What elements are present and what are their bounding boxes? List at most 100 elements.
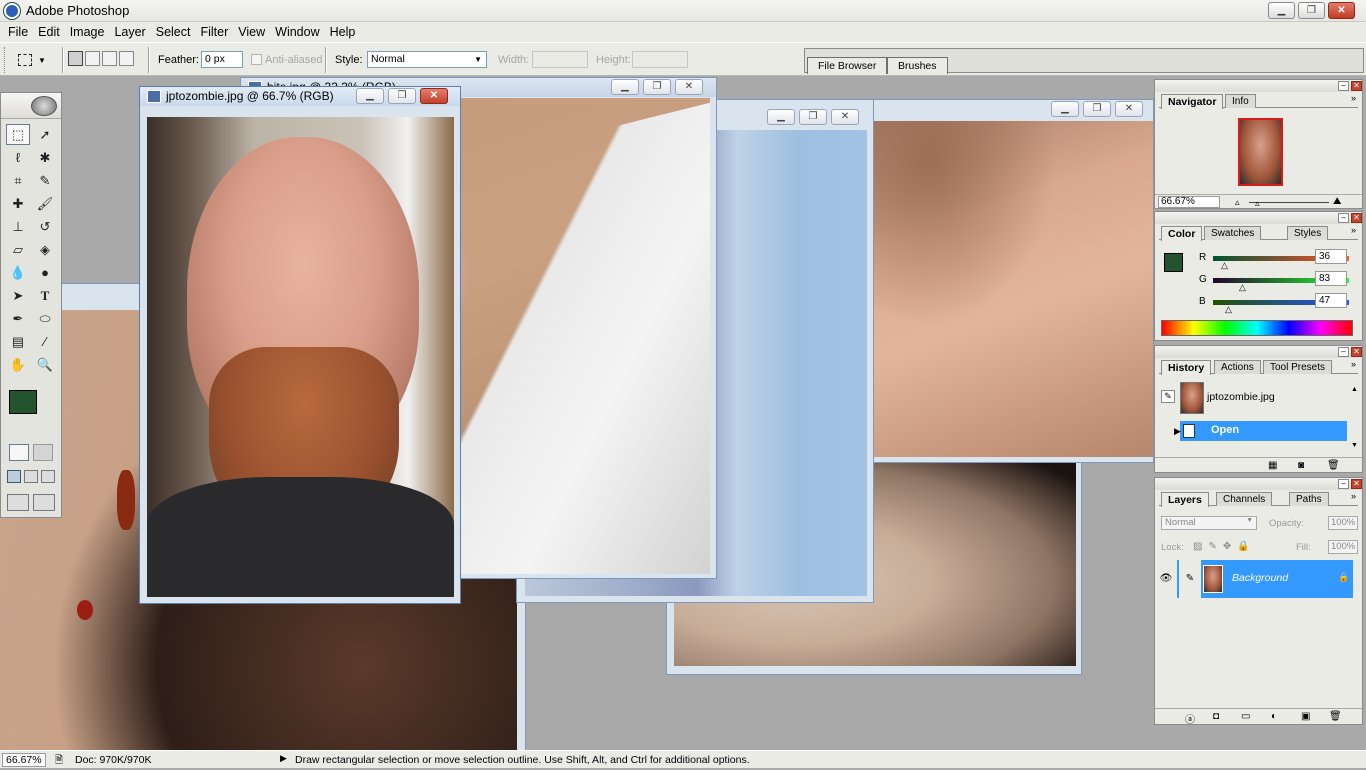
layer-style-icon[interactable]: ⓐ xyxy=(1185,711,1195,726)
style-select[interactable]: Normal ▼ xyxy=(367,51,487,68)
palette-close-button[interactable]: ✕ xyxy=(1351,81,1362,91)
palette-header[interactable]: – ✕ xyxy=(1155,80,1362,92)
antialiased-checkbox[interactable] xyxy=(251,54,262,65)
red-value-input[interactable]: 36 xyxy=(1315,249,1347,264)
tab-styles[interactable]: Styles xyxy=(1287,226,1329,240)
paint-bucket-icon[interactable]: ◈ xyxy=(33,239,57,260)
scroll-down-icon[interactable]: ▼ xyxy=(1351,442,1358,449)
layer-visibility-eye-icon[interactable]: 👁 xyxy=(1155,560,1177,598)
standard-screen-icon[interactable] xyxy=(7,470,21,483)
tab-swatches[interactable]: Swatches xyxy=(1204,226,1262,240)
minimize-button[interactable]: ▁ xyxy=(767,109,795,125)
close-button[interactable]: ✕ xyxy=(420,88,448,104)
width-input[interactable] xyxy=(532,51,588,68)
magic-wand-icon[interactable]: ✱ xyxy=(33,147,57,168)
pen-icon[interactable]: ✒ xyxy=(6,308,30,329)
document-window-jptozombie[interactable]: jptozombie.jpg @ 66.7% (RGB) ▁ ❐ ✕ xyxy=(139,86,461,604)
imageready-icon[interactable] xyxy=(33,494,55,511)
foreground-color-swatch[interactable] xyxy=(1164,253,1183,272)
palette-close-button[interactable]: ✕ xyxy=(1351,479,1362,489)
palette-minimize-button[interactable]: – xyxy=(1338,213,1349,223)
restore-button[interactable]: ❐ xyxy=(799,109,827,125)
new-document-from-state-icon[interactable]: ▦ xyxy=(1268,460,1277,471)
minimize-button[interactable]: ▁ xyxy=(356,88,384,104)
lasso-icon[interactable]: ℓ xyxy=(6,147,30,168)
move-tool-icon[interactable]: ➚ xyxy=(33,124,57,145)
palette-minimize-button[interactable]: – xyxy=(1338,347,1349,357)
menu-image[interactable]: Image xyxy=(65,25,110,39)
trash-icon[interactable]: 🗑 xyxy=(1327,460,1340,471)
opacity-input[interactable]: 100% xyxy=(1328,516,1358,530)
tab-channels[interactable]: Channels xyxy=(1216,492,1273,506)
palette-header[interactable]: – ✕ xyxy=(1155,212,1362,224)
menu-window[interactable]: Window xyxy=(270,25,324,39)
menu-filter[interactable]: Filter xyxy=(195,25,233,39)
status-zoom-input[interactable]: 66.67% xyxy=(2,753,46,767)
menu-view[interactable]: View xyxy=(233,25,270,39)
fill-input[interactable]: 100% xyxy=(1328,540,1358,554)
menu-edit[interactable]: Edit xyxy=(33,25,65,39)
intersect-selection-icon[interactable] xyxy=(119,51,134,66)
scroll-up-icon[interactable]: ▲ xyxy=(1351,386,1358,393)
eraser-icon[interactable]: ▱ xyxy=(6,239,30,260)
brush-icon[interactable]: 🖌 xyxy=(33,193,57,214)
feather-input[interactable]: 0 px xyxy=(201,51,243,68)
trash-icon[interactable]: 🗑 xyxy=(1329,711,1342,722)
lock-icons[interactable]: ▨✎✥🔒 xyxy=(1193,541,1256,552)
document-window-leg[interactable]: ▁ ❐ ✕ xyxy=(862,99,1154,463)
path-selection-icon[interactable]: ➤ xyxy=(6,285,30,306)
palette-menu-icon[interactable]: » xyxy=(1351,491,1356,501)
subtract-selection-icon[interactable] xyxy=(102,51,117,66)
close-button[interactable]: ✕ xyxy=(1328,2,1355,19)
close-button[interactable]: ✕ xyxy=(831,109,859,125)
menu-layer[interactable]: Layer xyxy=(109,25,150,39)
hand-icon[interactable]: ✋ xyxy=(6,354,30,375)
adjustment-layer-icon[interactable]: ◐ xyxy=(1271,711,1277,722)
tab-paths[interactable]: Paths xyxy=(1289,492,1329,506)
layer-mask-icon[interactable]: ◘ xyxy=(1213,711,1219,722)
foreground-color-swatch[interactable] xyxy=(9,390,37,414)
crop-icon[interactable]: ⌗ xyxy=(6,170,30,191)
height-input[interactable] xyxy=(632,51,688,68)
tool-preset-picker[interactable]: ▼ xyxy=(18,51,56,69)
palette-header[interactable]: – ✕ xyxy=(1155,478,1362,490)
tab-color[interactable]: Color xyxy=(1161,226,1203,241)
tab-info[interactable]: Info xyxy=(1225,94,1256,108)
type-tool-icon[interactable]: T xyxy=(33,285,57,306)
minimize-button[interactable]: ▁ xyxy=(611,79,639,95)
zoom-icon[interactable]: 🔍 xyxy=(33,354,57,375)
zoom-out-icon[interactable]: ▵ xyxy=(1235,197,1240,208)
tab-file-browser[interactable]: File Browser xyxy=(807,57,888,74)
dodge-icon[interactable]: ● xyxy=(33,262,57,283)
history-step-open[interactable]: Open xyxy=(1180,421,1347,441)
restore-button[interactable]: ❐ xyxy=(1298,2,1325,19)
jump-to-imageready-icon[interactable] xyxy=(7,494,29,511)
new-group-icon[interactable]: ▭ xyxy=(1241,711,1250,722)
document-info-icon[interactable]: 🗎 xyxy=(55,753,63,770)
fullscreen-icon[interactable] xyxy=(41,470,55,483)
slice-icon[interactable]: ✎ xyxy=(33,170,57,191)
restore-button[interactable]: ❐ xyxy=(388,88,416,104)
layer-row-background[interactable]: 👁 ✎ Background 🔒 xyxy=(1155,560,1353,598)
tab-layers[interactable]: Layers xyxy=(1161,492,1209,507)
blue-slider-thumb[interactable]: △ xyxy=(1225,304,1232,315)
new-snapshot-icon[interactable]: ◙ xyxy=(1298,460,1304,471)
history-brush-source-icon[interactable]: ✎ xyxy=(1161,390,1175,403)
palette-menu-icon[interactable]: » xyxy=(1351,225,1356,235)
options-grip[interactable] xyxy=(4,47,7,73)
layer-brush-icon[interactable]: ✎ xyxy=(1179,560,1201,598)
status-menu-arrow-icon[interactable]: ▶ xyxy=(280,753,287,764)
tab-brushes[interactable]: Brushes xyxy=(887,57,948,74)
blue-value-input[interactable]: 47 xyxy=(1315,293,1347,308)
minimize-button[interactable]: ▁ xyxy=(1268,2,1295,19)
minimize-button[interactable]: ▁ xyxy=(1051,101,1079,117)
ellipse-shape-icon[interactable]: ⬭ xyxy=(33,308,57,329)
navigator-thumbnail[interactable] xyxy=(1238,118,1283,186)
history-snapshot-row[interactable]: ✎ jptozombie.jpg xyxy=(1155,380,1347,416)
zoom-slider-thumb[interactable]: ▵ xyxy=(1255,198,1260,209)
green-slider-thumb[interactable]: △ xyxy=(1239,282,1246,293)
close-button[interactable]: ✕ xyxy=(1115,101,1143,117)
history-brush-icon[interactable]: ↺ xyxy=(33,216,57,237)
tab-actions[interactable]: Actions xyxy=(1214,360,1261,374)
new-selection-icon[interactable] xyxy=(68,51,83,66)
